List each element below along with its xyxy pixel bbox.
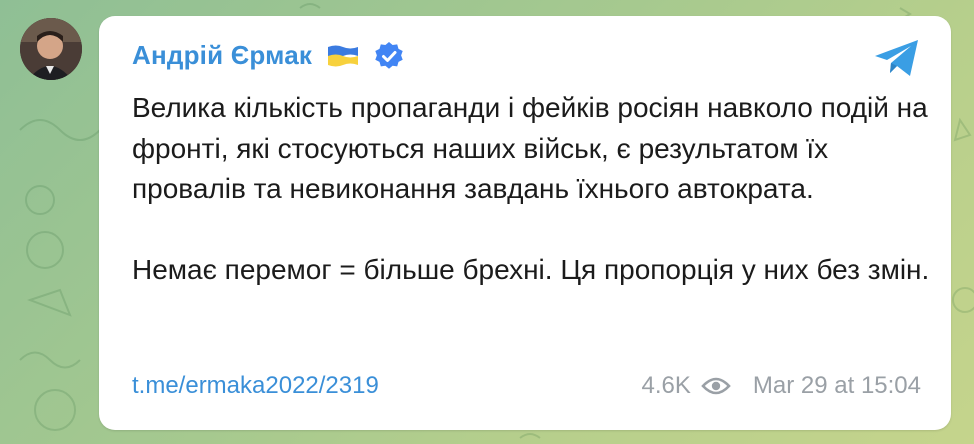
eye-icon <box>701 377 731 395</box>
verified-badge-icon <box>375 41 403 69</box>
message-paragraph: Немає перемог = більше брехні. Ця пропор… <box>132 254 930 285</box>
author-avatar[interactable] <box>20 18 82 80</box>
ukraine-flag-icon <box>328 45 359 66</box>
post-timestamp: Mar 29 at 15:04 <box>752 372 921 399</box>
post-header: Андрій Єрмак <box>132 40 404 71</box>
post-meta: 4.6K Mar 29 at 15:04 <box>642 372 921 400</box>
post-footer: t.me/ermaka2022/2319 4.6K Mar 29 at 15:0… <box>132 372 921 400</box>
view-count: 4.6K <box>641 372 691 399</box>
post-link[interactable]: t.me/ermaka2022/2319 <box>132 372 379 400</box>
author-name[interactable]: Андрій Єрмак <box>132 40 312 71</box>
message-paragraph: Велика кількість пропаганди і фейків рос… <box>132 92 928 204</box>
avatar-photo <box>20 18 82 80</box>
message-bubble: Андрій Єрмак Велика кількість пропаганди… <box>99 16 951 430</box>
message-text: Велика кількість пропаганди і фейків рос… <box>132 88 932 291</box>
telegram-icon[interactable] <box>873 38 921 78</box>
